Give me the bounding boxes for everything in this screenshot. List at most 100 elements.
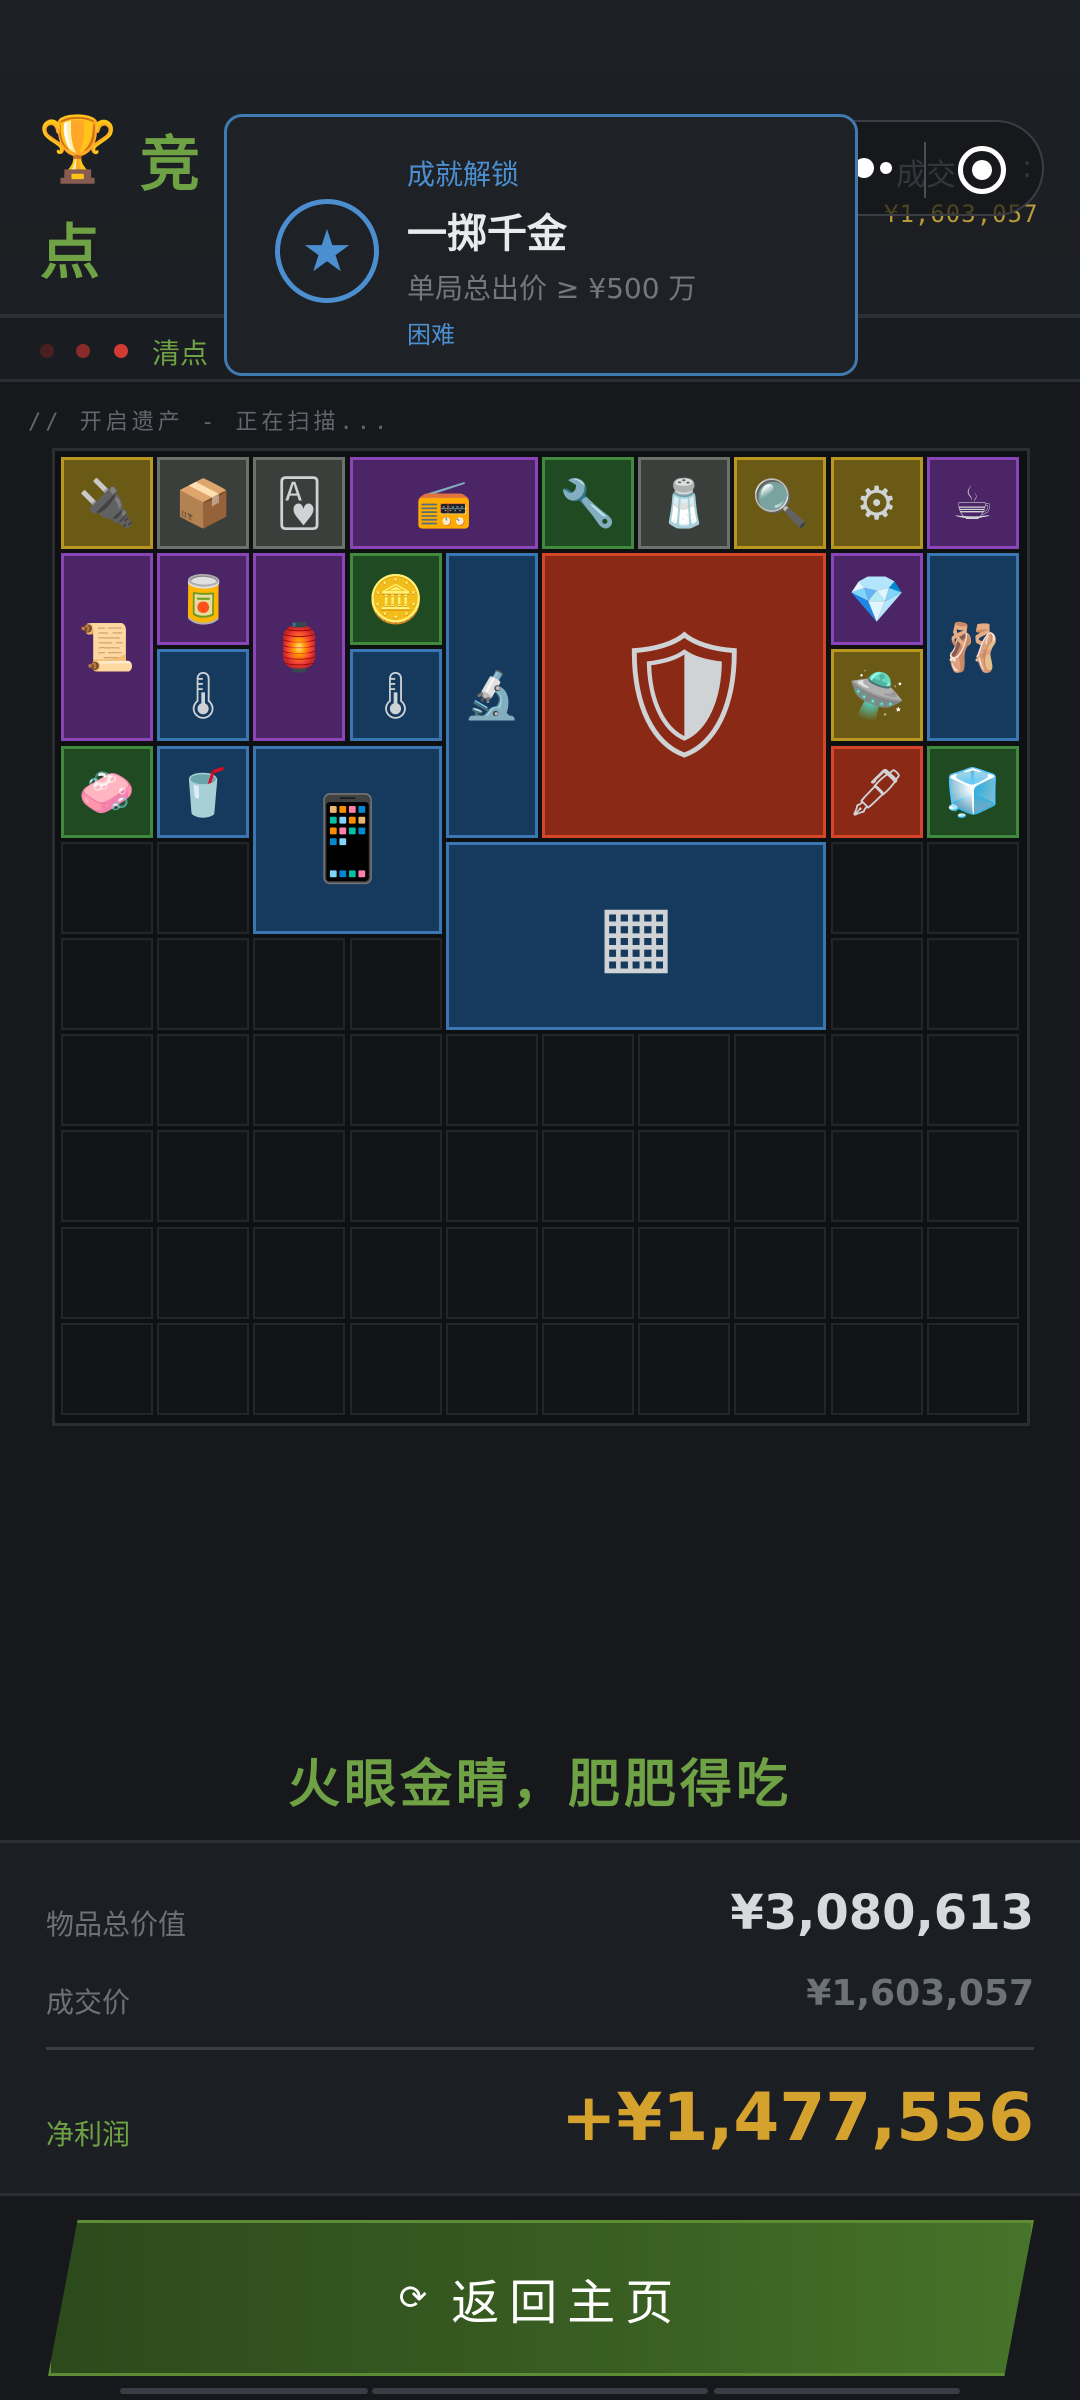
grid-cell — [253, 938, 346, 1030]
grid-cell — [157, 1226, 250, 1319]
inventory-item-solar-panel[interactable]: ▦ — [445, 841, 827, 1030]
solar-panel-icon: ▦ — [596, 886, 676, 984]
inventory-item-soap-dish[interactable]: 🧼 — [61, 745, 153, 838]
net-profit-value: +¥1,477,556 — [561, 2079, 1034, 2156]
return-home-label: 返回主页 — [451, 2275, 684, 2331]
inventory-item-tablet-screen[interactable]: 📱 — [253, 745, 442, 934]
grid-cell — [926, 1322, 1019, 1415]
total-value-label: 物品总价值 — [46, 1908, 187, 1941]
grid-cell — [445, 1322, 538, 1415]
grid-cell — [830, 1130, 923, 1223]
grid-cell — [830, 938, 923, 1030]
pliers-icon: 🔧 — [559, 476, 617, 530]
drink-can-icon: 🥫 — [174, 572, 232, 627]
inventory-item-companion-cube[interactable]: ⚙ — [830, 457, 923, 549]
grid-cell — [542, 1130, 634, 1223]
grid-cell — [61, 1130, 153, 1223]
grid-cell — [157, 1322, 250, 1415]
achievement-difficulty: 困难 — [407, 321, 455, 349]
camera-lens-icon: 🔍 — [751, 476, 810, 530]
close-miniprogram-button[interactable] — [958, 146, 1006, 194]
circuit-module-icon: 🔌 — [78, 476, 136, 530]
bottom-bar-segment-1 — [120, 2388, 368, 2394]
grid-cell — [253, 1322, 346, 1415]
inventory-item-tank[interactable]: 🛡 — [542, 553, 827, 838]
drone-part-icon: 🛸 — [847, 668, 906, 723]
inventory-item-old-book[interactable]: 📜 — [61, 553, 153, 742]
achievement-name: 一掷千金 — [407, 211, 567, 257]
grid-cell — [157, 1034, 250, 1127]
inventory-item-fountain-pen[interactable]: 🖋 — [830, 745, 923, 838]
inventory-item-thermometer-gun[interactable]: 🌡 — [157, 649, 250, 742]
grid-cell — [926, 1034, 1019, 1127]
microscope-icon: 🔬 — [463, 668, 521, 723]
grid-cell — [638, 1130, 731, 1223]
playing-card-icon: 🂱 — [275, 476, 323, 530]
inventory-item-drink-can[interactable]: 🥫 — [157, 553, 250, 646]
inventory-item-microscope[interactable]: 🔬 — [445, 553, 538, 838]
inventory-item-camera-lens[interactable]: 🔍 — [734, 457, 827, 549]
grid-cell — [926, 1130, 1019, 1223]
companion-cube-icon: ⚙ — [855, 476, 898, 530]
bottom-bar-segment-2 — [372, 2388, 708, 2394]
grid-cell — [61, 1034, 153, 1127]
grid-cell — [734, 1322, 827, 1415]
inventory-item-circuit-module[interactable]: 🔌 — [61, 457, 153, 549]
inventory-item-cola-can[interactable]: 🥤 — [157, 745, 250, 838]
grid-cell — [734, 1226, 827, 1319]
page-title: 竞 — [140, 130, 206, 200]
grid-cell — [445, 1130, 538, 1223]
inventory-item-ballerina-statue[interactable]: 🩰 — [926, 553, 1019, 742]
inventory-item-pepper-grinder[interactable]: 🧂 — [638, 457, 731, 549]
fountain-pen-icon: 🖋 — [847, 764, 906, 819]
grid-cell — [253, 1226, 346, 1319]
grid-cell — [638, 1034, 731, 1127]
cash-box-icon: 📦 — [174, 476, 232, 530]
inventory-item-radio[interactable]: 📻 — [349, 457, 538, 549]
total-value: ¥3,080,613 — [730, 1885, 1034, 1941]
inventory-item-playing-card[interactable]: 🂱 — [253, 457, 346, 549]
grid-cell — [349, 1130, 442, 1223]
cola-can-icon: 🥤 — [174, 764, 232, 819]
grid-cell — [542, 1322, 634, 1415]
capsule-divider — [924, 142, 926, 198]
scan-status-text: // 开启遗产 - 正在扫描... — [28, 410, 392, 435]
inventory-item-earring[interactable]: 💎 — [830, 553, 923, 646]
inventory-item-teacup[interactable]: ☕ — [926, 457, 1019, 549]
grid-cell — [926, 1226, 1019, 1319]
inventory-item-coin[interactable]: 🪙 — [349, 553, 442, 646]
inventory-item-cpu-cooler[interactable]: 🧊 — [926, 745, 1019, 838]
grid-cell — [830, 1226, 923, 1319]
earring-icon: 💎 — [847, 572, 906, 627]
tablet-screen-icon: 📱 — [295, 790, 400, 888]
radio-icon: 📻 — [415, 476, 473, 530]
grid-cell — [734, 1130, 827, 1223]
achievement-badge: ★ — [275, 199, 379, 303]
tank-icon: 🛡 — [605, 623, 764, 768]
achievement-toast[interactable]: ★ 成就解锁 一掷千金 单局总出价 ≥ ¥500 万 困难 — [224, 114, 858, 376]
grid-cell — [542, 1034, 634, 1127]
ballerina-statue-icon: 🩰 — [944, 620, 1002, 675]
deal-price-label: 成交价 — [46, 1986, 131, 2019]
grid-cell — [61, 938, 153, 1030]
inventory-item-thermometer-gun[interactable]: 🌡 — [349, 649, 442, 742]
grid-cell — [638, 1322, 731, 1415]
inventory-item-lantern[interactable]: 🏮 — [253, 553, 346, 742]
old-book-icon: 📜 — [78, 620, 136, 675]
status-text: 清点 — [152, 337, 209, 370]
summary-panel: 物品总价值 ¥3,080,613 成交价 ¥1,603,057 净利润 +¥1,… — [0, 1840, 1080, 2196]
result-slogan: 火眼金睛，肥肥得吃 — [287, 1755, 792, 1815]
grid-cell — [349, 1322, 442, 1415]
teacup-icon: ☕ — [952, 476, 994, 530]
return-home-button[interactable]: ⟳ 返回主页 — [48, 2220, 1034, 2376]
inventory-item-cash-box[interactable]: 📦 — [157, 457, 250, 549]
grid-cell — [542, 1226, 634, 1319]
grid-cell — [349, 938, 442, 1030]
grid-cell — [61, 841, 153, 934]
inventory-item-pliers[interactable]: 🔧 — [542, 457, 634, 549]
soap-dish-icon: 🧼 — [78, 764, 136, 819]
inventory-item-drone-part[interactable]: 🛸 — [830, 649, 923, 742]
grid-cell — [734, 1034, 827, 1127]
grid-cell — [157, 841, 250, 934]
grid-cell — [61, 1226, 153, 1319]
